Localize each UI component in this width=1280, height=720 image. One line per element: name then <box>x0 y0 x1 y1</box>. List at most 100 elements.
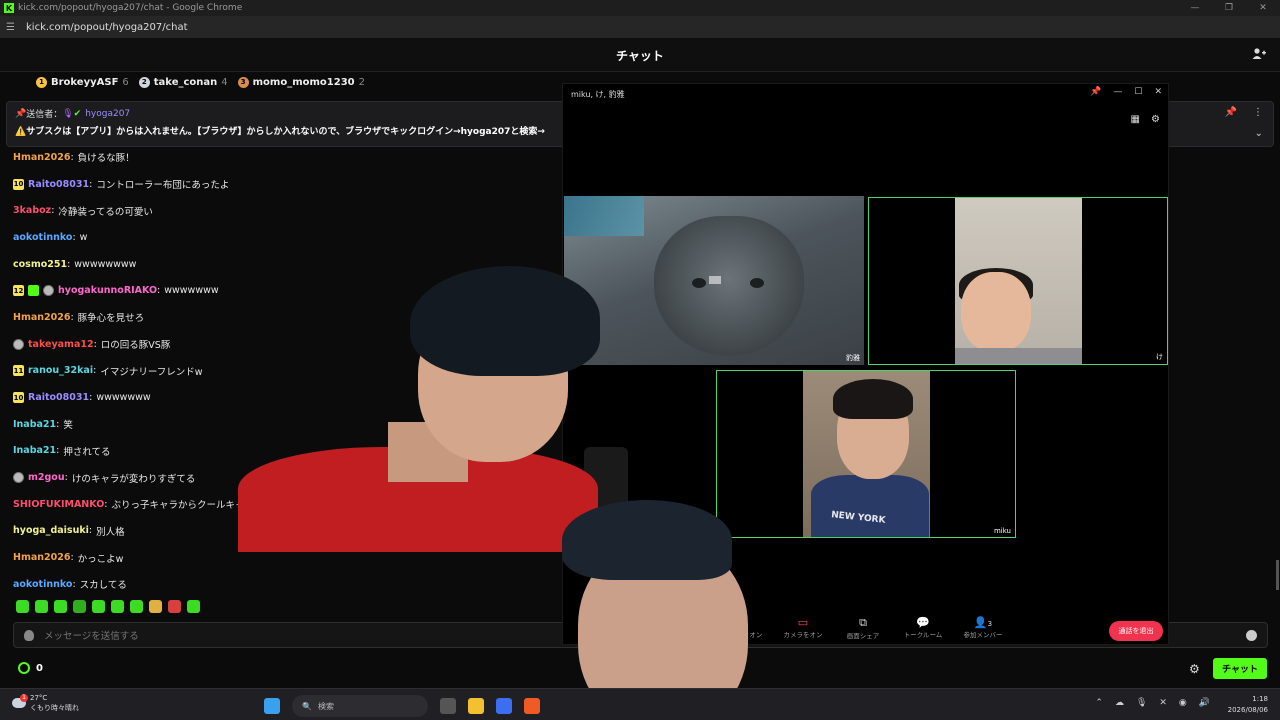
close-icon[interactable]: ✕ <box>1246 0 1280 16</box>
minimize-icon[interactable]: — <box>1178 0 1212 16</box>
channel-points[interactable]: 0 <box>18 662 43 674</box>
chat-message[interactable]: aokotinnko: スカしてる <box>13 571 573 598</box>
send-chat-button[interactable]: チャット <box>1213 658 1267 679</box>
minimize-icon[interactable]: — <box>1113 87 1122 97</box>
message-text: 負けるな豚！ <box>77 153 135 165</box>
message-username[interactable]: Hman2026 <box>13 152 70 163</box>
message-text: 冷静装ってるの可愛い <box>58 206 153 218</box>
video-tile[interactable]: け <box>868 197 1168 365</box>
emoji-picker-icon[interactable] <box>1246 630 1257 641</box>
emote-icon <box>35 600 48 613</box>
network-icon[interactable]: ☁ <box>1115 698 1124 708</box>
screen-share-button[interactable]: ⧉ 画面シェア <box>833 616 893 646</box>
chat-message[interactable]: Hman2026: 負けるな豚！ <box>13 144 573 171</box>
subscriber-badge-icon: 10 <box>13 392 24 404</box>
subscriber-badge-icon: 12 <box>13 285 24 297</box>
members-icon: 👤3 <box>973 616 993 629</box>
screen-share-icon: ⧉ <box>859 616 867 629</box>
supporter-1[interactable]: 1 BrokeyyASF 6 <box>36 76 129 88</box>
maximize-icon[interactable]: ☐ <box>1134 87 1142 97</box>
maximize-icon[interactable]: ❐ <box>1212 0 1246 16</box>
window-title: kick.com/popout/hyoga207/chat - Google C… <box>18 3 243 13</box>
message-username[interactable]: Inaba21 <box>13 445 56 456</box>
pin-window-icon[interactable]: 📌 <box>1090 87 1101 97</box>
taskbar-search[interactable]: 🔍 検索 <box>292 695 428 717</box>
subscriber-badge-icon: 11 <box>13 365 24 377</box>
chat-message[interactable]: aokotinnko: w <box>13 224 573 251</box>
chat-message[interactable]: 10 Raito08031: コントローラー布団にあったよ <box>13 171 573 198</box>
emote-icon <box>149 600 162 613</box>
emote-row <box>16 600 206 613</box>
window-titlebar: K kick.com/popout/hyoga207/chat - Google… <box>0 0 1280 16</box>
chevron-up-icon[interactable]: ⌃ <box>1095 698 1103 708</box>
message-username[interactable]: Raito08031 <box>28 179 89 190</box>
avatar-badge-icon <box>43 285 54 297</box>
brave-browser-icon[interactable] <box>524 698 540 714</box>
message-text: wwwwwww <box>96 392 151 404</box>
unpin-icon[interactable]: 📌 <box>1225 107 1237 118</box>
close-tray-icon[interactable]: ✕ <box>1159 698 1167 708</box>
weather-widget[interactable]: 1 27°C くもり時々晴れ <box>12 693 79 713</box>
participant-name: け <box>1156 353 1163 361</box>
message-username[interactable]: SHIOFUKIMANKO <box>13 499 104 510</box>
supporter-3[interactable]: 3 momo_momo1230 2 <box>237 76 365 88</box>
app-icon[interactable] <box>496 698 512 714</box>
message-username[interactable]: Raito08031 <box>28 392 89 403</box>
close-icon[interactable]: ✕ <box>1154 87 1162 97</box>
more-options-icon[interactable]: ⋮ <box>1253 107 1263 118</box>
message-username[interactable]: m2gou <box>28 472 65 483</box>
mic-icon[interactable]: 🎙 <box>1136 698 1147 708</box>
taskbar-clock[interactable]: 1:18 2026/08/06 <box>1228 694 1268 716</box>
emote-icon <box>111 600 124 613</box>
supporter-2[interactable]: 2 take_conan 4 <box>138 76 228 88</box>
chat-message[interactable]: 3kaboz: 冷静装ってるの可愛い <box>13 197 573 224</box>
settings-gear-icon[interactable]: ⚙ <box>1189 662 1200 676</box>
streamer-camera-overlay <box>562 500 772 720</box>
chevron-down-icon[interactable]: ⌄ <box>1255 128 1263 139</box>
call-window-title: miku, け, 豹雅 <box>571 90 625 99</box>
leave-call-button[interactable]: 通話を退出 <box>1109 621 1163 641</box>
participant-video: NEW YORK <box>803 371 930 537</box>
message-username[interactable]: 3kaboz <box>13 205 51 216</box>
wifi-icon[interactable]: ◉ <box>1179 698 1187 708</box>
message-username[interactable]: aokotinnko <box>13 232 72 243</box>
message-username[interactable]: ranou_32kai <box>28 365 93 376</box>
message-username[interactable]: Hman2026 <box>13 552 70 563</box>
file-explorer-icon[interactable] <box>468 698 484 714</box>
emote-icon <box>168 600 181 613</box>
user-list-icon[interactable] <box>1252 47 1266 61</box>
avatar-badge-icon <box>13 338 24 350</box>
address-bar[interactable]: ☰ kick.com/popout/hyoga207/chat <box>0 16 1280 38</box>
message-username[interactable]: hyogakunnoRIAKO <box>58 285 157 296</box>
emote-icon <box>54 600 67 613</box>
chat-header: チャット <box>0 38 1280 72</box>
pinned-sender[interactable]: hyoga207 <box>85 109 130 119</box>
message-text: ぶりっ子キャラからクールキャラ <box>111 500 254 512</box>
members-button[interactable]: 👤3 参加メンバー <box>953 616 1013 646</box>
video-tile[interactable]: 豹雅 <box>564 196 864 365</box>
message-text: コントローラー布団にあったよ <box>96 180 230 192</box>
camera-off-icon <box>709 276 721 284</box>
site-settings-icon[interactable]: ☰ <box>6 22 18 33</box>
message-username[interactable]: Inaba21 <box>13 419 56 430</box>
scrollbar-thumb[interactable] <box>1276 560 1279 590</box>
url-text[interactable]: kick.com/popout/hyoga207/chat <box>26 22 188 33</box>
camera-toggle-button[interactable]: ▭ カメラをオン <box>773 616 833 646</box>
pinned-sent-by-label: 送信者： <box>26 110 63 120</box>
participant-name: miku <box>993 527 1011 535</box>
volume-icon[interactable]: 🔊 <box>1199 698 1210 708</box>
task-view-icon[interactable] <box>440 698 456 714</box>
message-username[interactable]: aokotinnko <box>13 579 72 590</box>
call-settings-icon[interactable]: ⚙ <box>1151 114 1160 125</box>
message-username[interactable]: Hman2026 <box>13 312 70 323</box>
grid-layout-icon[interactable]: ▦ <box>1131 114 1140 125</box>
message-username[interactable]: cosmo251 <box>13 259 67 270</box>
avatar-badge-icon <box>13 472 24 484</box>
message-text: wwwwwww <box>164 285 219 297</box>
clock-date: 2026/08/06 <box>1227 706 1268 714</box>
windows-start-icon[interactable] <box>264 698 280 714</box>
message-username[interactable]: takeyama12 <box>28 339 94 350</box>
temperature: 27°C <box>30 694 48 702</box>
talk-room-button[interactable]: 💬 トークルーム <box>893 616 953 646</box>
message-username[interactable]: hyoga_daisuki <box>13 525 89 536</box>
